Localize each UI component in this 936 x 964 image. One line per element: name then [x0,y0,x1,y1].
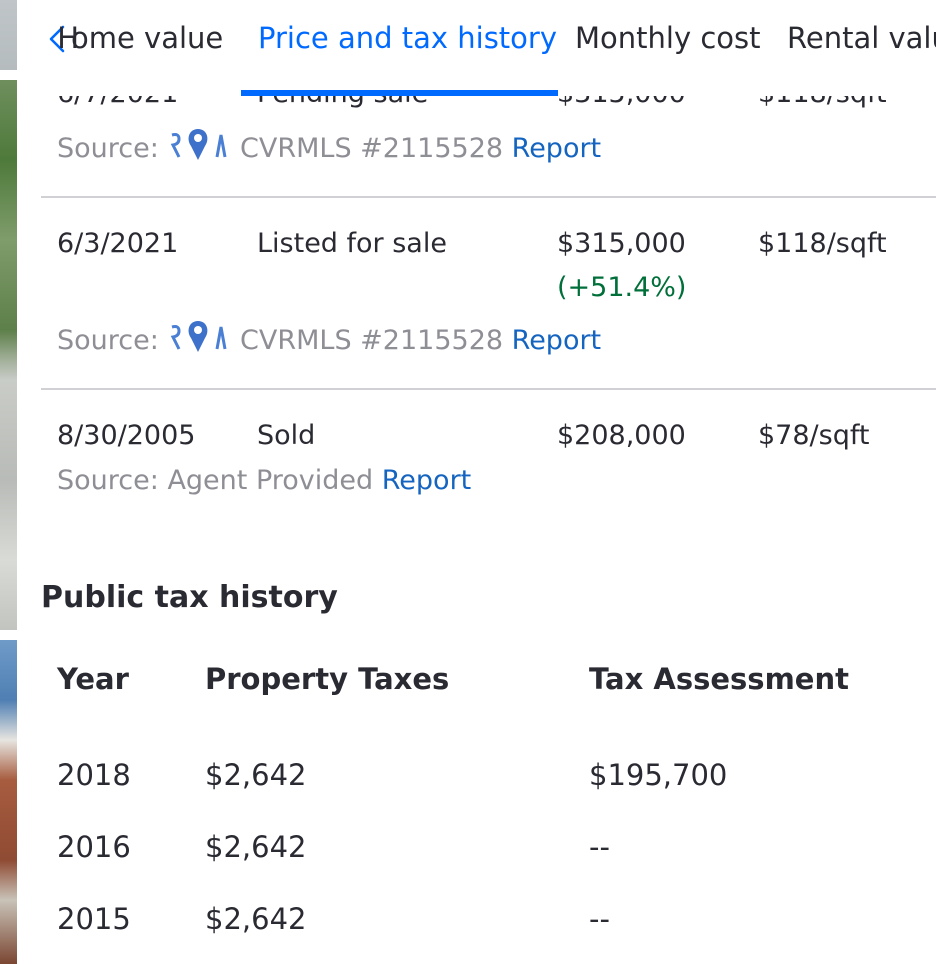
history-price-per-sqft: $118/sqft [758,228,887,259]
history-event: Sold [257,420,316,451]
page: Home value Price and tax history Monthly… [0,0,936,964]
tax-year: 2018 [57,758,131,792]
tax-year: 2016 [57,830,131,864]
history-row: 6/3/2021 Listed for sale $315,000 (+51.4… [41,196,936,390]
tax-header-property-taxes: Property Taxes [205,662,450,696]
listing-photo-strip[interactable] [0,0,17,964]
tab-price-and-tax-history[interactable]: Price and tax history [258,18,557,58]
mls-logo-icon [169,319,227,365]
history-date: 6/3/2021 [57,228,179,259]
tax-property-taxes: $2,642 [205,758,307,792]
mls-logo-icon [169,127,227,173]
tax-assessment: -- [589,830,610,864]
section-tab-bar: Home value Price and tax history Monthly… [17,0,936,96]
source-name: CVRMLS #2115528 [240,133,504,164]
history-row: 8/30/2005 Sold $208,000 $78/sqft Source:… [41,388,936,518]
tax-property-taxes: $2,642 [205,830,307,864]
history-price: $208,000 [557,420,686,451]
history-event: Listed for sale [257,228,447,259]
tax-header-tax-assessment: Tax Assessment [589,662,849,696]
tax-assessment: -- [589,902,610,936]
source-name: CVRMLS #2115528 [240,325,504,356]
history-source: Source: Agent Provided Report [57,463,471,499]
report-link[interactable]: Report [512,325,602,356]
tax-assessment: $195,700 [589,758,728,792]
history-price-change: (+51.4%) [557,272,687,303]
tax-property-taxes: $2,642 [205,902,307,936]
tab-rental-value[interactable]: Rental valu [787,18,936,58]
source-name: Agent Provided [167,465,374,496]
price-tax-history-content: 6/7/2021 Pending sale $315,000 $118/sqft… [41,0,936,964]
tax-header-year: Year [57,662,129,696]
active-tab-indicator [241,90,558,96]
history-price: $315,000 [557,228,686,259]
source-label: Source: [57,465,159,496]
source-label: Source: [57,133,159,164]
source-label: Source: [57,325,159,356]
history-source: Source: CVRMLS #2115528 Report [57,319,601,365]
tax-history-title: Public tax history [41,580,338,615]
tab-monthly-cost[interactable]: Monthly cost [575,18,761,58]
history-price-per-sqft: $78/sqft [758,420,870,451]
history-source: Source: CVRMLS #2115528 Report [57,127,601,173]
tax-year: 2015 [57,902,131,936]
history-date: 8/30/2005 [57,420,196,451]
tab-home-value[interactable]: Home value [57,18,223,58]
report-link[interactable]: Report [382,465,472,496]
report-link[interactable]: Report [512,133,602,164]
